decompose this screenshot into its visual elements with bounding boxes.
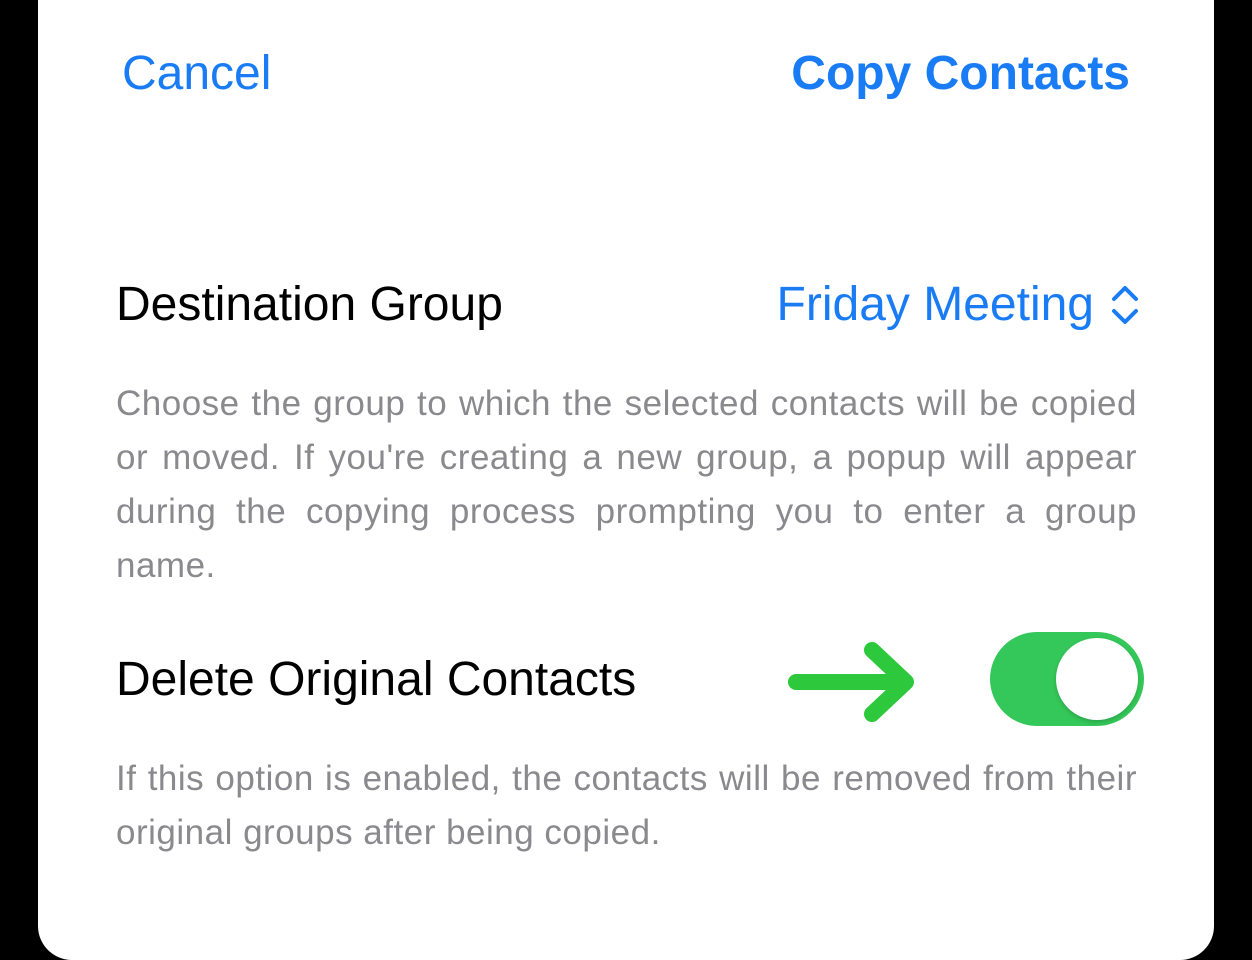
delete-original-contacts-label: Delete Original Contacts [116,653,637,706]
delete-original-contacts-toggle[interactable] [990,632,1144,726]
toggle-knob [1056,638,1138,720]
arrow-right-icon [786,642,920,722]
destination-group-value: Friday Meeting [776,278,1094,331]
destination-group-label: Destination Group [116,278,503,331]
cancel-button[interactable]: Cancel [122,46,271,102]
chevron-up-down-icon [1110,283,1140,327]
copy-contacts-button[interactable]: Copy Contacts [791,46,1130,102]
destination-group-help-text: Choose the group to which the selected c… [116,384,1137,585]
destination-group-picker[interactable]: Friday Meeting [777,277,1140,333]
delete-original-contacts-help-text: If this option is enabled, the contacts … [116,759,1137,852]
